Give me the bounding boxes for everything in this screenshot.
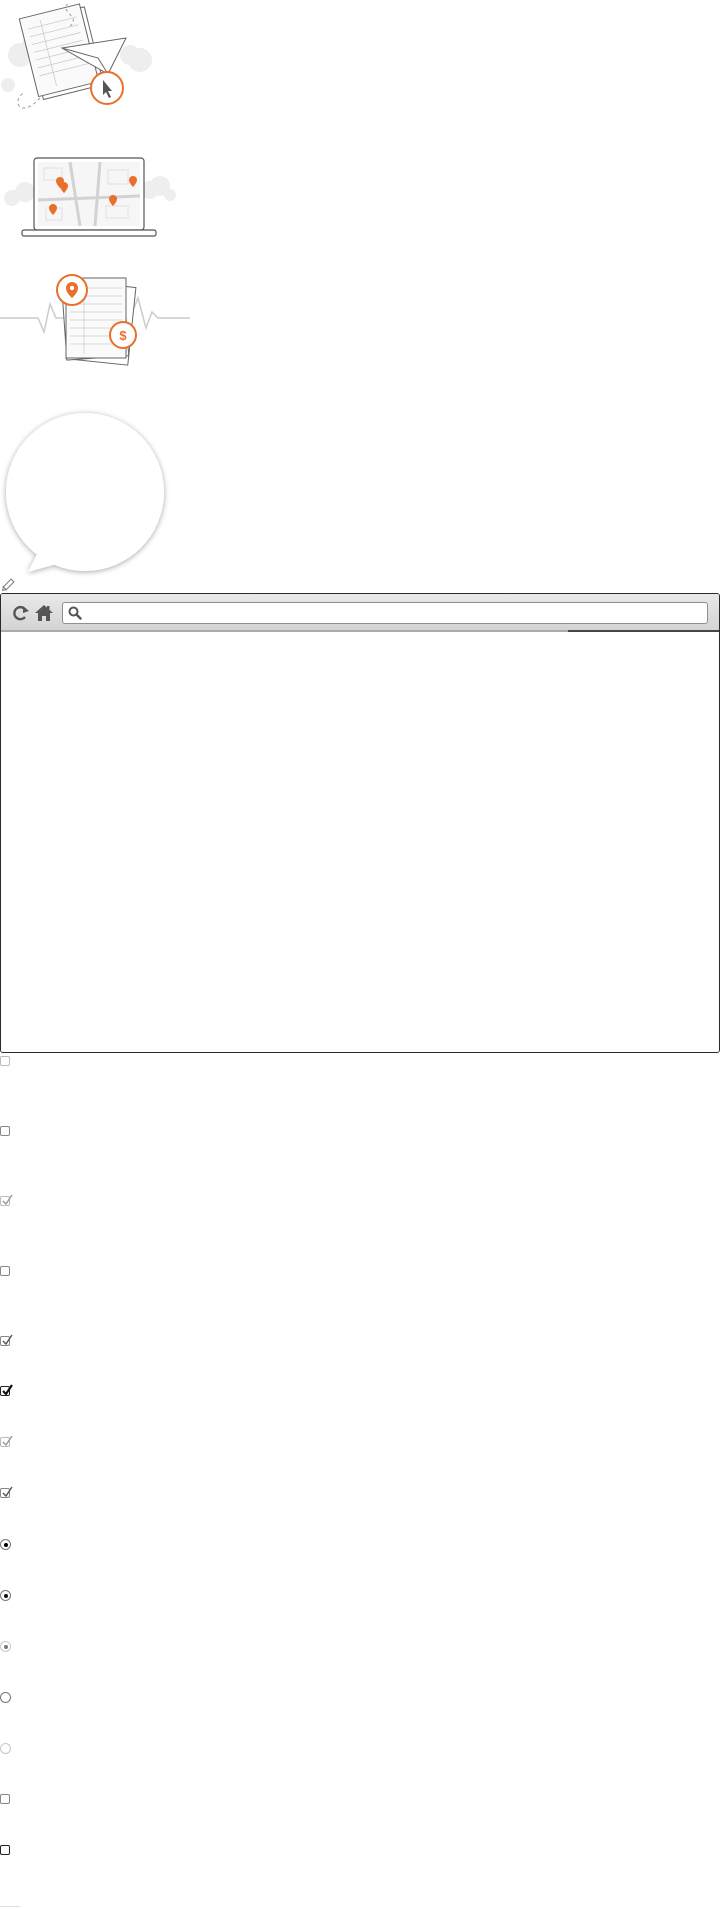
checkmark-icon (2, 1194, 13, 1206)
home-icon[interactable] (34, 603, 54, 623)
checkbox-checked[interactable] (0, 1334, 13, 1346)
checkmark-icon (2, 1384, 13, 1396)
documents-location-price-illustration: $ (0, 268, 195, 368)
checkbox[interactable] (0, 1056, 10, 1066)
radio-selected[interactable] (0, 1641, 11, 1652)
radio[interactable] (0, 1743, 11, 1754)
paper-plane-document-illustration (0, 0, 160, 120)
laptop-map-illustration (0, 150, 180, 240)
browser-viewport (1, 632, 719, 1052)
checkbox-checked[interactable] (0, 1486, 13, 1498)
checkmark-icon (2, 1334, 13, 1346)
divider (0, 1906, 20, 1907)
browser-window (0, 593, 720, 1053)
search-icon (68, 606, 82, 620)
checkbox[interactable] (0, 1266, 10, 1276)
checkbox[interactable] (0, 1845, 10, 1855)
url-input[interactable] (87, 605, 701, 623)
radio-dot (3, 1593, 8, 1598)
checkbox[interactable] (0, 1126, 10, 1136)
checkmark-icon (2, 1486, 13, 1498)
browser-toolbar (1, 594, 719, 632)
pencil-icon[interactable] (0, 575, 18, 593)
svg-text:$: $ (119, 328, 127, 343)
checkbox-checked[interactable] (0, 1194, 13, 1206)
url-bar[interactable] (62, 602, 708, 624)
radio[interactable] (0, 1692, 11, 1703)
reload-icon[interactable] (11, 603, 31, 623)
checkbox[interactable] (0, 1794, 10, 1804)
radio-dot (3, 1644, 8, 1649)
speech-bubble-illustration (0, 400, 180, 590)
checkmark-icon (2, 1435, 13, 1447)
radio-selected[interactable] (0, 1539, 11, 1550)
radio-selected[interactable] (0, 1590, 11, 1601)
checkbox-checked[interactable] (0, 1435, 13, 1447)
radio-dot (3, 1542, 8, 1547)
checkbox-checked[interactable] (0, 1384, 13, 1396)
